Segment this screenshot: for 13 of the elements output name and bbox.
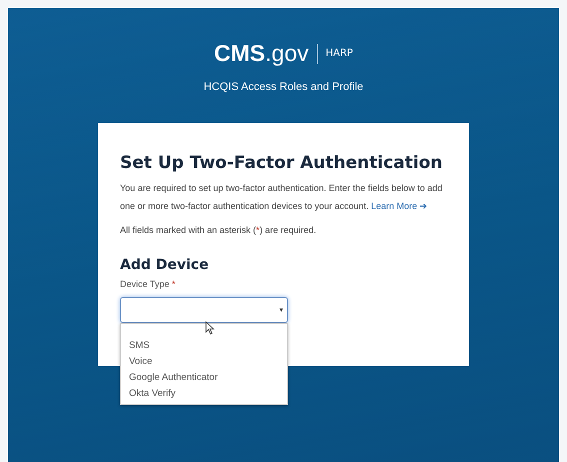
dropdown-option[interactable]: SMS <box>129 338 287 354</box>
section-title: Add Device <box>120 257 210 273</box>
required-note: All fields marked with an asterisk (*) are required. <box>120 225 318 235</box>
page-title: Set Up Two-Factor Authentication <box>120 153 444 173</box>
subtitle: HCQIS Access Roles and Profile <box>204 81 364 93</box>
dropdown-option[interactable]: Google Authenticator <box>129 370 287 386</box>
dropdown-option[interactable]: Okta Verify <box>129 386 287 402</box>
product-name: HARP <box>326 48 353 59</box>
learn-more-link[interactable]: Learn More ➔ <box>371 201 428 211</box>
dropdown-option[interactable]: Voice <box>129 354 287 370</box>
intro-paragraph: You are required to set up two-factor authentication. Enter the fields below to add one or more two-factor authentication devices to your account. Learn More ➔ <box>120 182 444 213</box>
field-label: Device Type * <box>120 279 176 289</box>
logo-text: CMS.gov <box>214 40 309 67</box>
